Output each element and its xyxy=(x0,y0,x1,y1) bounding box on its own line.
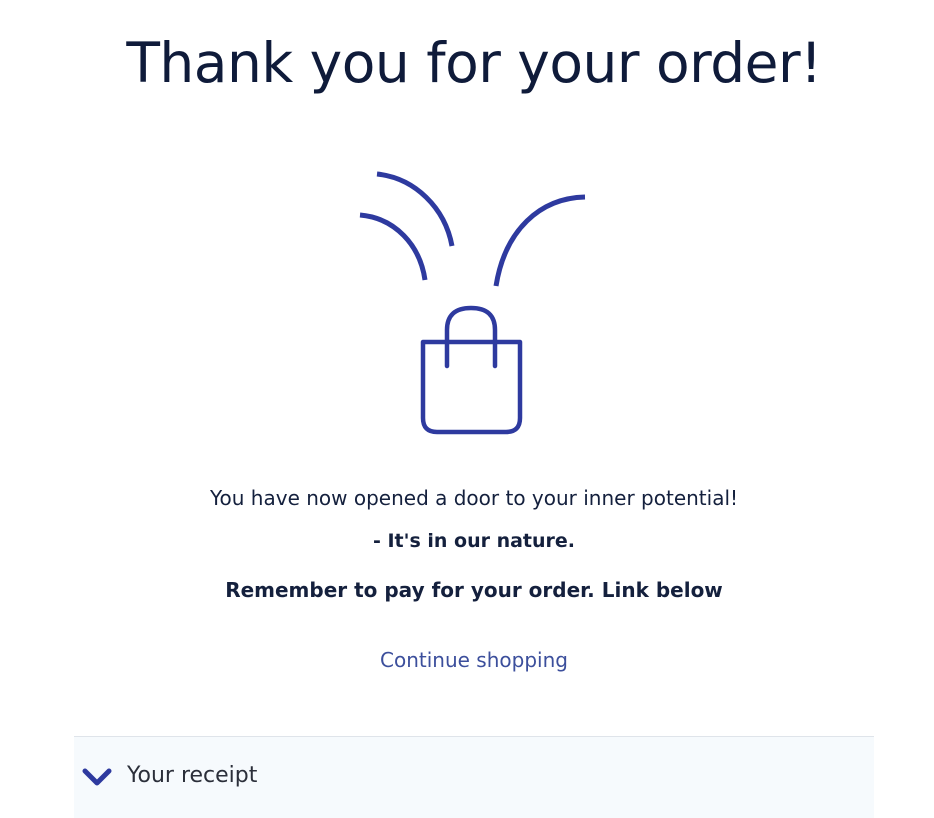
chevron-down-icon xyxy=(82,768,112,786)
order-illustration xyxy=(340,160,600,450)
page-title: Thank you for your order! xyxy=(126,31,822,95)
receipt-label: Your receipt xyxy=(127,763,258,788)
shopping-bag-icon xyxy=(359,171,586,435)
continue-shopping-link[interactable]: Continue shopping xyxy=(0,648,934,672)
receipt-toggle[interactable]: Your receipt xyxy=(74,736,874,818)
tagline: - It's in our nature. xyxy=(372,530,576,552)
payment-reminder: Remember to pay for your order. Link bel… xyxy=(225,578,723,602)
order-confirmation-page: Thank you for your order! You have now o… xyxy=(0,0,934,818)
confirmation-message: You have now opened a door to your inner… xyxy=(209,486,739,510)
